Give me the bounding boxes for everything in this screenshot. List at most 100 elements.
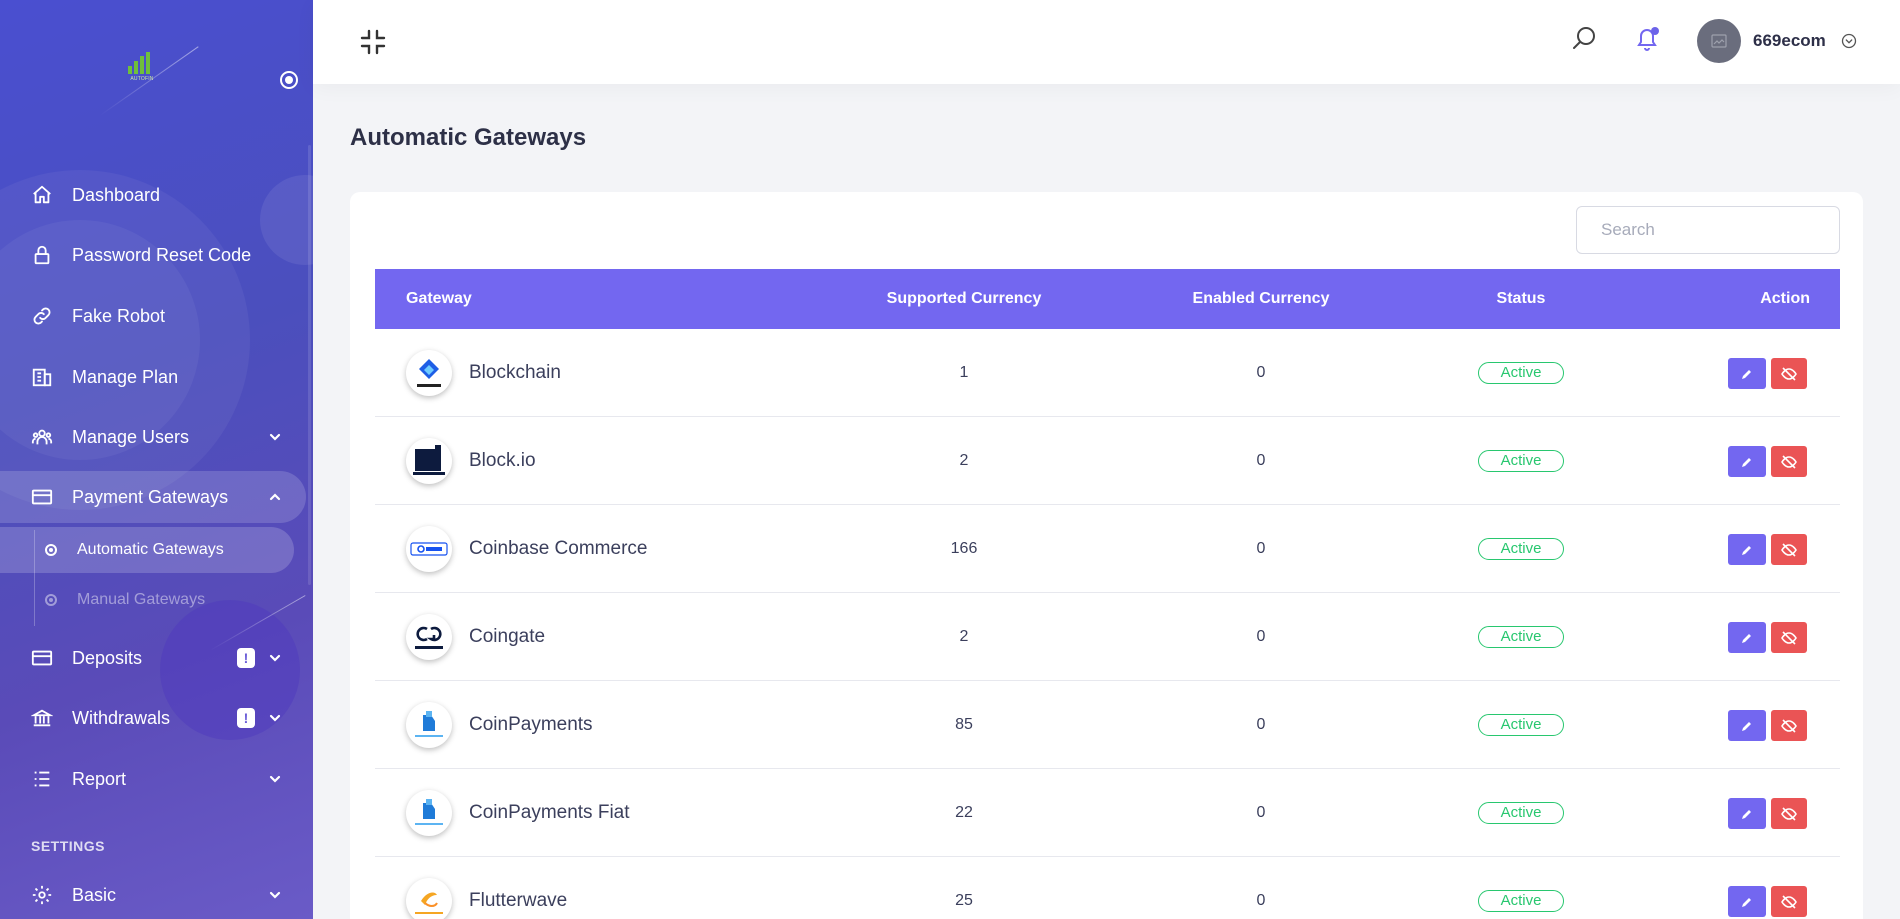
sidebar-item-basic[interactable]: Basic	[0, 869, 306, 919]
enabled-currency-count: 0	[1256, 892, 1266, 909]
avatar[interactable]	[1697, 19, 1741, 63]
disable-button[interactable]	[1771, 534, 1807, 565]
sidebar-subitem-manual-gateways[interactable]: Manual Gateways	[0, 577, 294, 623]
eye-slash-icon	[1781, 718, 1797, 733]
disable-button[interactable]	[1771, 358, 1807, 389]
gateway-name: Coingate	[469, 626, 546, 647]
collapse-icon[interactable]	[360, 29, 386, 55]
supported-currency-count: 2	[959, 628, 969, 645]
sidebar-item-fake-robot[interactable]: Fake Robot	[0, 290, 306, 342]
building-icon	[31, 366, 53, 388]
sidebar-item-withdrawals[interactable]: Withdrawals !	[0, 692, 306, 744]
edit-button[interactable]	[1728, 358, 1766, 389]
sidebar-item-manage-plan[interactable]: Manage Plan	[0, 351, 306, 403]
enabled-currency-count: 0	[1256, 540, 1266, 557]
eye-slash-icon	[1781, 542, 1797, 557]
gateway-name: Blockchain	[469, 362, 561, 383]
status-badge: Active	[1478, 802, 1564, 824]
pencil-icon	[1742, 721, 1751, 731]
disable-button[interactable]	[1771, 710, 1807, 741]
pencil-icon	[1742, 457, 1751, 467]
table-row: Blockchain 1 0 Active	[375, 329, 1840, 417]
flutterwave-logo-icon	[406, 878, 452, 919]
table-row: Coinbase Commerce 166 0 Active	[375, 505, 1840, 593]
sidebar-item-manage-users[interactable]: Manage Users	[0, 411, 306, 463]
eye-slash-icon	[1781, 894, 1797, 909]
search-input[interactable]	[1576, 206, 1840, 254]
sidebar-item-label: Manage Plan	[72, 366, 179, 387]
gateway-name: CoinPayments	[469, 714, 593, 735]
eye-slash-icon	[1781, 806, 1797, 821]
sidebar-item-password-reset-code[interactable]: Password Reset Code	[0, 229, 306, 281]
sidebar-item-label: Basic	[72, 884, 117, 905]
notification-button[interactable]	[1634, 25, 1660, 53]
disable-button[interactable]	[1771, 622, 1807, 653]
supported-currency-count: 22	[955, 804, 973, 821]
eye-slash-icon	[1781, 454, 1797, 469]
topbar: 669ecom	[313, 0, 1900, 84]
sidebar-subitem-automatic-gateways[interactable]: Automatic Gateways	[0, 527, 294, 573]
search-icon[interactable]	[1570, 25, 1598, 53]
eye-slash-icon	[1781, 630, 1797, 645]
status-badge: Active	[1478, 538, 1564, 560]
coingate-logo-icon	[406, 614, 452, 660]
sidebar-item-payment-gateways[interactable]: Payment Gateways	[0, 471, 306, 523]
coinpayments-logo-icon	[406, 790, 452, 836]
coinpayments-logo-icon	[406, 702, 452, 748]
supported-currency-count: 1	[959, 364, 969, 381]
enabled-currency-count: 0	[1256, 628, 1266, 645]
table-row: Flutterwave 25 0 Active	[375, 857, 1840, 919]
edit-button[interactable]	[1728, 798, 1766, 829]
edit-button[interactable]	[1728, 446, 1766, 477]
sidebar-item-label: Password Reset Code	[72, 244, 252, 265]
status-badge: Active	[1478, 362, 1564, 384]
sidebar-item-dashboard[interactable]: Dashboard	[0, 169, 306, 221]
edit-button[interactable]	[1728, 622, 1766, 653]
sidebar-toggle-button[interactable]	[280, 71, 298, 89]
edit-button[interactable]	[1728, 710, 1766, 741]
supported-currency-count: 166	[950, 540, 978, 557]
table-header: Gateway Supported Currency Enabled Curre…	[375, 269, 1840, 329]
home-icon	[31, 184, 53, 206]
gateway-name: CoinPayments Fiat	[469, 802, 630, 823]
brand-logo[interactable]: AUTOFIN	[128, 52, 156, 84]
pencil-icon	[1742, 897, 1751, 907]
pencil-icon	[1742, 545, 1751, 555]
page-title: Automatic Gateways	[350, 124, 587, 151]
disable-button[interactable]	[1771, 798, 1807, 829]
gateway-name: Coinbase Commerce	[469, 538, 648, 559]
enabled-currency-count: 0	[1256, 716, 1266, 733]
coinbase-logo-icon	[406, 526, 452, 572]
users-icon	[31, 426, 53, 448]
list-icon	[31, 768, 53, 790]
credit-card-icon	[31, 647, 53, 669]
chevron-down-icon	[269, 775, 281, 783]
edit-button[interactable]	[1728, 534, 1766, 565]
notification-dot	[1651, 27, 1659, 35]
bank-icon	[31, 707, 53, 729]
disable-button[interactable]	[1771, 446, 1807, 477]
chevron-down-icon[interactable]	[1841, 33, 1857, 49]
pencil-icon	[1742, 369, 1751, 379]
image-placeholder-icon	[1711, 34, 1727, 48]
blockio-logo-icon	[406, 438, 452, 484]
sidebar-item-report[interactable]: Report	[0, 753, 306, 805]
circle-dot-icon	[45, 594, 57, 606]
enabled-currency-count: 0	[1256, 804, 1266, 821]
edit-button[interactable]	[1728, 886, 1766, 917]
column-header-status: Status	[1496, 290, 1546, 307]
sidebar-item-deposits[interactable]: Deposits !	[0, 632, 306, 684]
sidebar-scrollbar[interactable]	[308, 145, 311, 585]
username[interactable]: 669ecom	[1753, 31, 1826, 51]
gateways-card: Gateway Supported Currency Enabled Curre…	[350, 192, 1863, 919]
supported-currency-count: 85	[955, 716, 973, 733]
disable-button[interactable]	[1771, 886, 1807, 917]
chevron-down-icon	[269, 714, 281, 722]
column-header-action: Action	[1760, 290, 1810, 307]
table-row: CoinPayments Fiat 22 0 Active	[375, 769, 1840, 857]
pencil-icon	[1742, 809, 1751, 819]
sidebar-item-label: Manage Users	[72, 426, 190, 447]
sidebar-item-label: Payment Gateways	[72, 486, 229, 507]
eye-slash-icon	[1781, 366, 1797, 381]
table-row: Block.io 2 0 Active	[375, 417, 1840, 505]
